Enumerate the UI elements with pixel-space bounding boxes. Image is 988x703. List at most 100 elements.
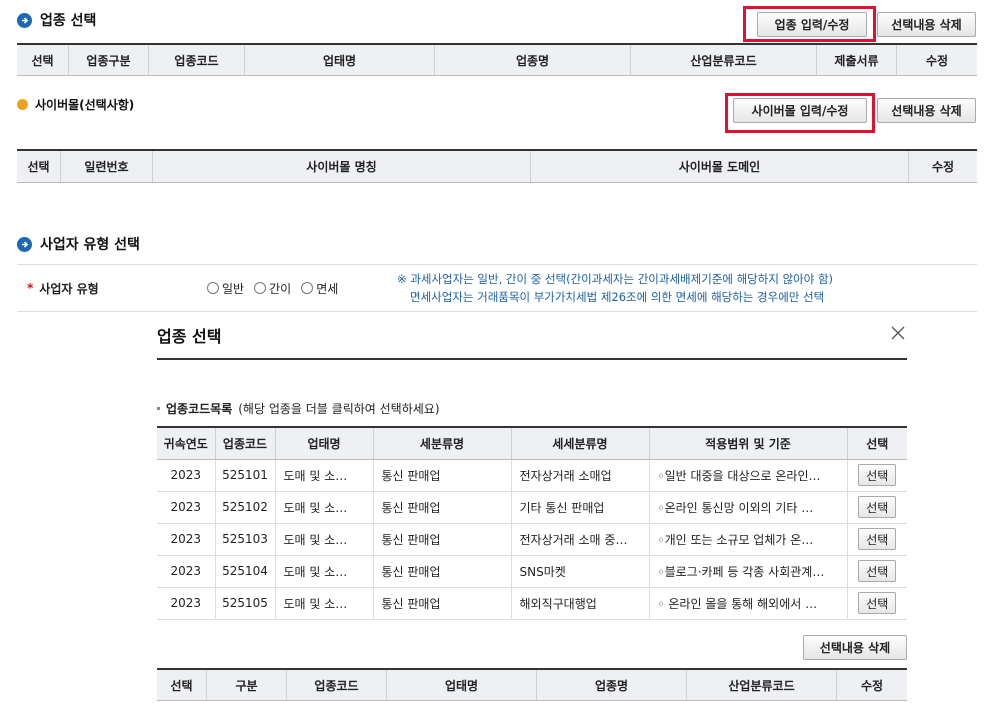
section-biztype-header: 사업자 유형 선택 [17, 234, 140, 254]
cell-sub-subclass: 해외직구대행업 [511, 587, 650, 620]
radio-simplified-label: 간이 [269, 281, 292, 296]
table-row[interactable]: 2023 525105 도매 및 소… 통신 판매업 해외직구대행업 ◦ 온라인… [157, 587, 907, 620]
col-industry-name: 업종명 [435, 45, 631, 75]
col-edit: 수정 [860, 678, 884, 693]
section-cybermall-header: 사이버몰(선택사항) [17, 96, 134, 113]
radio-general-label: 일반 [222, 281, 245, 296]
arrow-right-circle-icon [17, 236, 32, 252]
table-row[interactable]: 2023 525101 도매 및 소… 통신 판매업 전자상거래 소매업 ◦일반… [157, 459, 907, 492]
section-industry-header: 업종 선택 [17, 10, 96, 30]
col-serial: 일련번호 [61, 151, 153, 182]
col-cybermall-name: 사이버몰 명칭 [153, 151, 531, 182]
industry-select-modal: 업종 선택 업종코드목록 (해당 업종을 더블 클릭하여 선택하세요) 귀속연도… [140, 313, 926, 703]
col-documents: 제출서류 [817, 45, 897, 75]
cell-business: 도매 및 소… [275, 459, 374, 492]
table-row[interactable]: 2023 525103 도매 및 소… 통신 판매업 전자상거래 소매 중… ◦… [157, 523, 907, 556]
industry-table-header: 선택 업종구분 업종코드 업태명 업종명 산업분류코드 제출서류 수정 [17, 43, 977, 76]
cell-code: 525101 [215, 459, 276, 492]
col-industry-code: 업종코드 [149, 45, 245, 75]
cell-scope: ◦ 온라인 몰을 통해 해외에서 … [649, 587, 848, 620]
table-row[interactable]: 2023 525102 도매 및 소… 통신 판매업 기타 통신 판매업 ◦온라… [157, 491, 907, 524]
biztype-note-line2: 면세사업자는 거래품목이 부가가치세법 제26조에 의한 면세에 해당하는 경우… [410, 290, 825, 304]
cell-business: 도매 및 소… [275, 555, 374, 588]
radio-simplified[interactable]: 간이 [254, 280, 291, 297]
biztype-note-line1: ※ 과세사업자는 일반, 간이 중 선택(간이과세자는 간이과세배제기준에 해당… [397, 272, 834, 286]
cybermall-delete-button[interactable]: 선택내용 삭제 [877, 98, 976, 123]
row-select-button[interactable]: 선택 [858, 592, 897, 614]
cell-sub-subclass: 전자상거래 소매업 [511, 459, 650, 492]
col-industry-code: 업종코드 [215, 426, 276, 460]
row-select-button[interactable]: 선택 [858, 496, 897, 518]
col-select: 선택 [847, 426, 907, 460]
cell-subclass: 통신 판매업 [373, 491, 512, 524]
col-industry-class-code: 산업분류코드 [631, 45, 817, 75]
arrow-right-circle-icon [17, 12, 32, 28]
section-biztype-title: 사업자 유형 선택 [40, 237, 140, 253]
cell-year: 2023 [157, 587, 216, 620]
row-select-button[interactable]: 선택 [858, 464, 897, 486]
cell-sub-subclass: 전자상거래 소매 중… [511, 523, 650, 556]
orange-bullet-icon [17, 99, 28, 110]
required-mark: * [27, 281, 34, 295]
cell-year: 2023 [157, 459, 216, 492]
square-bullet-icon [157, 407, 160, 410]
radio-circle-icon[interactable] [301, 282, 314, 294]
cell-business: 도매 및 소… [275, 523, 374, 556]
col-industry-code: 업종코드 [287, 670, 387, 700]
code-list-title: 업종코드목록 [166, 402, 233, 416]
biztype-radio-group: 일반 간이 면세 [207, 280, 397, 297]
biztype-label-text: 사업자 유형 [39, 281, 99, 296]
cell-subclass: 통신 판매업 [373, 587, 512, 620]
radio-exempt-label: 면세 [316, 281, 339, 296]
section-industry-title: 업종 선택 [40, 13, 97, 29]
cell-subclass: 통신 판매업 [373, 555, 512, 588]
close-icon[interactable] [890, 325, 908, 343]
col-industry-name: 업종명 [537, 670, 687, 700]
col-subclass: 세분류명 [373, 426, 512, 460]
col-edit: 수정 [931, 160, 955, 174]
industry-input-button[interactable]: 업종 입력/수정 [757, 12, 867, 37]
biztype-label: * 사업자 유형 [17, 280, 207, 297]
cell-year: 2023 [157, 555, 216, 588]
col-select: 선택 [157, 670, 207, 700]
cell-code: 525103 [215, 523, 276, 556]
col-business-name: 업태명 [387, 670, 537, 700]
code-table-header: 귀속연도 업종코드 업태명 세분류명 세세분류명 적용범위 및 기준 선택 [157, 426, 907, 460]
selected-industry-table-header: 선택 구분 업종코드 업태명 업종명 산업분류코드 수정 [157, 668, 907, 701]
cell-code: 525105 [215, 587, 276, 620]
col-select: 선택 [17, 45, 69, 75]
industry-code-table: 귀속연도 업종코드 업태명 세분류명 세세분류명 적용범위 및 기준 선택 20… [157, 426, 907, 620]
cell-scope: ◦개인 또는 소규모 업체가 온… [649, 523, 848, 556]
cell-code: 525102 [215, 491, 276, 524]
modal-title-divider [157, 358, 907, 360]
row-select-button[interactable]: 선택 [858, 528, 897, 550]
cell-code: 525104 [215, 555, 276, 588]
code-list-hint: (해당 업종을 더블 클릭하여 선택하세요) [238, 402, 440, 416]
cybermall-table-header: 선택 일련번호 사이버몰 명칭 사이버몰 도메인 수정 [17, 149, 977, 183]
modal-delete-button[interactable]: 선택내용 삭제 [803, 635, 907, 660]
cell-scope: ◦온라인 통신망 이외의 기타 … [649, 491, 848, 524]
col-type: 구분 [207, 670, 287, 700]
table-row[interactable]: 2023 525104 도매 및 소… 통신 판매업 SNS마켓 ◦블로그·카페… [157, 555, 907, 588]
cell-sub-subclass: SNS마켓 [511, 555, 650, 588]
row-select-button[interactable]: 선택 [858, 560, 897, 582]
biztype-row: * 사업자 유형 일반 간이 면세 ※ 과세사업자는 일반, 간이 중 선택(간… [17, 264, 977, 312]
cybermall-input-button[interactable]: 사이버몰 입력/수정 [733, 98, 867, 123]
cell-year: 2023 [157, 523, 216, 556]
biztype-note: ※ 과세사업자는 일반, 간이 중 선택(간이과세자는 간이과세배제기준에 해당… [397, 270, 833, 306]
col-select: 선택 [17, 151, 61, 182]
col-sub-subclass: 세세분류명 [511, 426, 650, 460]
col-cybermall-domain: 사이버몰 도메인 [531, 151, 909, 182]
cell-subclass: 통신 판매업 [373, 523, 512, 556]
cell-sub-subclass: 기타 통신 판매업 [511, 491, 650, 524]
industry-delete-button[interactable]: 선택내용 삭제 [877, 12, 976, 37]
radio-exempt[interactable]: 면세 [301, 280, 338, 297]
radio-circle-icon[interactable] [254, 282, 267, 294]
radio-general[interactable]: 일반 [207, 280, 244, 297]
cell-year: 2023 [157, 491, 216, 524]
section-cybermall-title: 사이버몰(선택사항) [35, 98, 135, 112]
cell-subclass: 통신 판매업 [373, 459, 512, 492]
modal-title: 업종 선택 [157, 327, 222, 346]
cell-business: 도매 및 소… [275, 491, 374, 524]
radio-circle-icon[interactable] [207, 282, 219, 294]
